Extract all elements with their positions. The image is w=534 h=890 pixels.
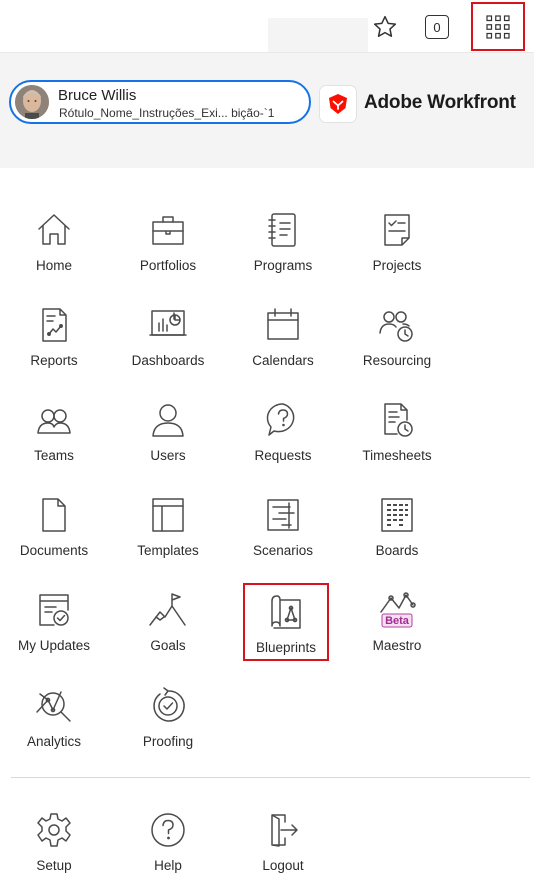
- top-bar-fade: [268, 18, 368, 52]
- app-label: Proofing: [142, 734, 194, 749]
- footer-help[interactable]: Help: [113, 810, 223, 873]
- app-label: Dashboards: [131, 353, 205, 368]
- app-label: Resourcing: [362, 353, 432, 368]
- app-label: Portfolios: [139, 258, 197, 273]
- home-icon: [38, 214, 70, 245]
- app-goals[interactable]: Goals: [113, 590, 223, 653]
- app-blueprints[interactable]: Blueprints: [243, 583, 329, 661]
- app-projects[interactable]: Projects: [342, 210, 452, 273]
- maestro-icon: Beta: [380, 592, 416, 628]
- template-icon: [152, 498, 184, 532]
- notebook-icon: [268, 213, 296, 247]
- header: Bruce Willis Rótulo_Nome_Instruções_Exi.…: [0, 52, 534, 168]
- app-dashboards[interactable]: Dashboards: [113, 305, 223, 368]
- app-reports[interactable]: Reports: [0, 305, 109, 368]
- analytics-icon: [36, 691, 71, 722]
- logout-icon: [271, 814, 298, 847]
- app-teams[interactable]: Teams: [0, 400, 109, 463]
- footer-label: Setup: [36, 858, 72, 873]
- footer-logout[interactable]: Logout: [228, 810, 338, 873]
- notification-count[interactable]: 0: [425, 15, 449, 39]
- calendar-icon: [267, 308, 299, 340]
- app-label: Home: [35, 258, 72, 273]
- app-portfolios[interactable]: Portfolios: [113, 210, 223, 273]
- app-users[interactable]: Users: [113, 400, 223, 463]
- app-label: Projects: [372, 258, 422, 273]
- divider: [11, 777, 530, 778]
- app-home[interactable]: Home: [0, 210, 109, 273]
- app-programs[interactable]: Programs: [228, 210, 338, 273]
- resourcing-icon: [379, 311, 413, 342]
- user-name: Bruce Willis: [58, 87, 137, 104]
- app-label: Users: [150, 448, 186, 463]
- app-scenarios[interactable]: Scenarios: [228, 495, 338, 558]
- app-boards[interactable]: Boards: [342, 495, 452, 558]
- app-label: Documents: [19, 543, 89, 558]
- app-proofing[interactable]: Proofing: [113, 686, 223, 749]
- brand-name: Adobe Workfront: [364, 92, 516, 113]
- app-label: Teams: [34, 448, 74, 463]
- beta-badge: Beta: [385, 615, 410, 627]
- app-calendars[interactable]: Calendars: [228, 305, 338, 368]
- footer-setup[interactable]: Setup: [0, 810, 109, 873]
- app-label: Maestro: [372, 638, 422, 653]
- app-maestro[interactable]: Beta Maestro: [342, 590, 452, 653]
- checklist-icon: [384, 214, 410, 246]
- footer-label: Help: [154, 858, 182, 873]
- app-label: Goals: [150, 638, 186, 653]
- user-subtitle: Rótulo_Nome_Instruções_Exi... bição-`1: [59, 106, 275, 120]
- help-icon: [151, 813, 185, 847]
- app-resourcing[interactable]: Resourcing: [342, 305, 452, 368]
- report-icon: [42, 308, 67, 342]
- app-templates[interactable]: Templates: [113, 495, 223, 558]
- grid-icon[interactable]: [471, 2, 525, 51]
- star-icon[interactable]: [368, 10, 402, 44]
- gear-icon: [37, 813, 71, 847]
- app-my-updates[interactable]: My Updates: [0, 590, 109, 653]
- app-label: Reports: [30, 353, 78, 368]
- app-label: Requests: [254, 448, 312, 463]
- scenario-icon: [267, 499, 299, 531]
- request-icon: [266, 403, 295, 436]
- adobe-workfront-logo-icon: [320, 86, 356, 122]
- app-label: Timesheets: [362, 448, 432, 463]
- app-label: Scenarios: [252, 543, 314, 558]
- briefcase-icon: [152, 216, 184, 245]
- user-profile-button[interactable]: Bruce Willis Rótulo_Nome_Instruções_Exi.…: [9, 80, 311, 124]
- app-requests[interactable]: Requests: [228, 400, 338, 463]
- timesheet-icon: [384, 403, 413, 437]
- updates-icon: [39, 594, 69, 626]
- app-label: Calendars: [252, 353, 314, 368]
- proofing-icon: [153, 687, 185, 722]
- top-bar: 0: [0, 0, 534, 52]
- board-icon: [381, 498, 413, 532]
- app-label: Boards: [375, 543, 419, 558]
- app-label: Blueprints: [255, 640, 317, 655]
- avatar: [15, 85, 49, 119]
- app-label: Analytics: [26, 734, 82, 749]
- footer-label: Logout: [262, 858, 304, 873]
- app-analytics[interactable]: Analytics: [0, 686, 109, 749]
- dashboard-icon: [149, 310, 187, 336]
- app-documents[interactable]: Documents: [0, 495, 109, 558]
- document-icon: [42, 498, 66, 532]
- blueprint-icon: [271, 595, 301, 629]
- goal-icon: [149, 593, 186, 626]
- app-label: My Updates: [17, 638, 91, 653]
- user-icon: [152, 404, 184, 437]
- app-timesheets[interactable]: Timesheets: [342, 400, 452, 463]
- app-label: Templates: [137, 543, 199, 558]
- app-label: Programs: [253, 258, 313, 273]
- team-icon: [37, 409, 71, 434]
